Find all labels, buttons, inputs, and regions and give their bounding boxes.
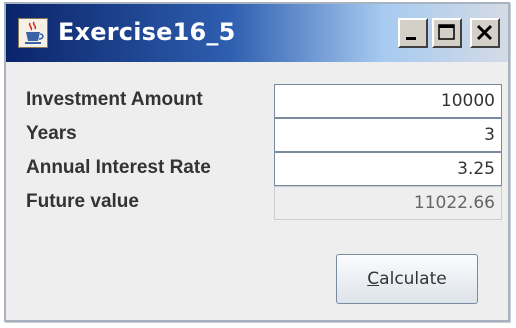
close-icon: [476, 24, 493, 41]
annual-interest-rate-label: Annual Interest Rate: [26, 157, 211, 178]
java-cup-icon[interactable]: [18, 18, 48, 48]
maximize-icon: [438, 24, 455, 40]
app-window: Exercise16_5 Investment Amount 10000 Yea…: [4, 2, 510, 322]
annual-interest-rate-field[interactable]: 3.25: [274, 152, 502, 186]
window-title: Exercise16_5: [58, 18, 236, 46]
years-label: Years: [26, 123, 77, 144]
title-bar[interactable]: Exercise16_5: [6, 4, 508, 62]
minimize-button[interactable]: [398, 18, 428, 48]
years-field[interactable]: 3: [274, 118, 502, 152]
calculate-mnemonic: C: [367, 269, 380, 289]
minimize-icon: [406, 37, 416, 40]
maximize-button[interactable]: [432, 18, 462, 48]
calculate-label: alculate: [379, 269, 447, 289]
future-value-field: 11022.66: [274, 186, 502, 220]
future-value-label: Future value: [26, 191, 139, 212]
investment-amount-field[interactable]: 10000: [274, 84, 502, 118]
calculate-button[interactable]: Calculate: [336, 254, 478, 304]
investment-amount-label: Investment Amount: [26, 89, 203, 110]
close-button[interactable]: [470, 18, 500, 48]
